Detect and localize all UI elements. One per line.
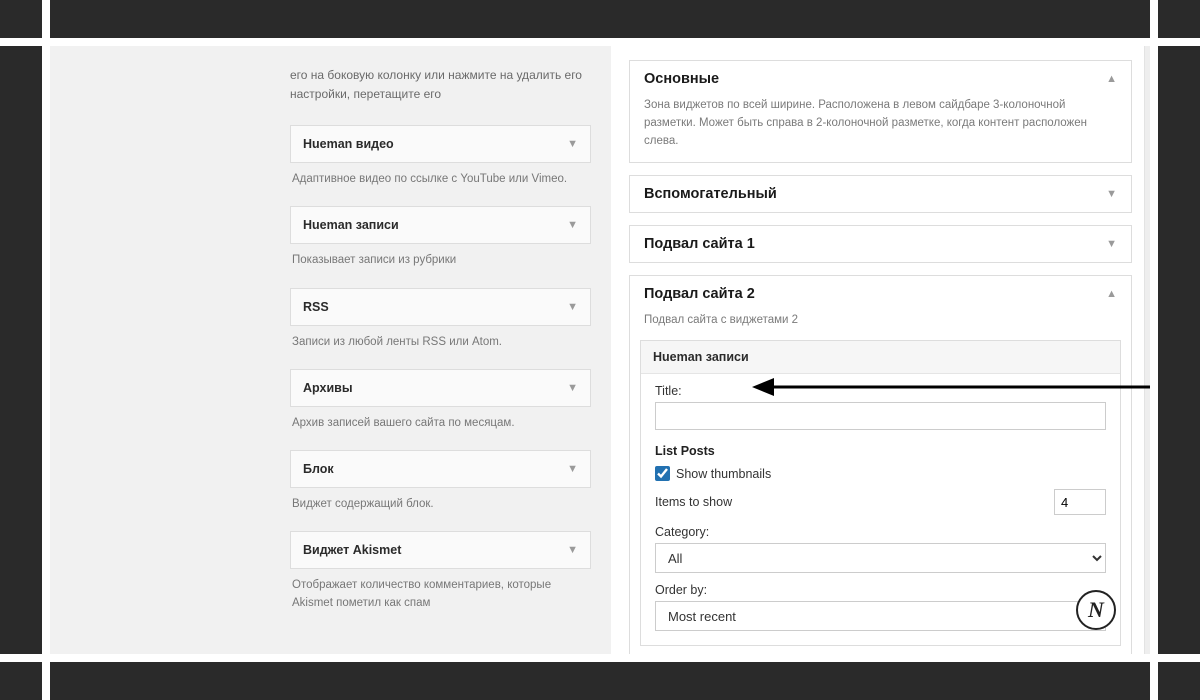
- widget-item-label: Архивы: [303, 381, 353, 395]
- available-widgets-intro: его на боковую колонку или нажмите на уд…: [290, 66, 591, 103]
- brand-logo: N: [1076, 590, 1116, 630]
- order-by-label: Order by:: [655, 583, 1106, 597]
- order-by-select[interactable]: Most recent: [655, 601, 1106, 631]
- widget-area-title: Вспомогательный: [644, 186, 777, 202]
- chevron-down-icon: ▼: [567, 301, 578, 313]
- widget-area-desc: Подвал сайта с виджетами 2: [630, 312, 1131, 336]
- category-label: Category:: [655, 525, 1106, 539]
- widget-item-label: RSS: [303, 300, 329, 314]
- widget-item-desc: Показывает записи из рубрики: [292, 252, 589, 269]
- scrollbar[interactable]: [1144, 46, 1150, 654]
- widget-item-desc: Записи из любой ленты RSS или Atom.: [292, 334, 589, 351]
- widget-item-label: Hueman видео: [303, 137, 394, 151]
- widget-area-title: Подвал сайта 2: [644, 286, 755, 302]
- widget-item-archives[interactable]: Архивы ▼: [290, 369, 591, 407]
- chevron-down-icon: ▼: [567, 463, 578, 475]
- title-label: Title:: [655, 384, 1106, 398]
- widget-item-desc: Виджет содержащий блок.: [292, 496, 589, 513]
- widget-area-aux[interactable]: Вспомогательный ▼: [629, 175, 1132, 213]
- placed-widget-title: Hueman записи: [653, 350, 749, 364]
- widget-item-label: Виджет Akismet: [303, 543, 401, 557]
- widget-area-title: Основные: [644, 71, 719, 87]
- widget-area-footer1[interactable]: Подвал сайта 1 ▼: [629, 225, 1132, 263]
- widget-item-hueman-video[interactable]: Hueman видео ▼: [290, 125, 591, 163]
- show-thumbnails-label: Show thumbnails: [676, 467, 771, 481]
- chevron-down-icon: ▼: [567, 138, 578, 150]
- chevron-down-icon: ▼: [567, 219, 578, 231]
- widget-area-title: Подвал сайта 1: [644, 236, 755, 252]
- chevron-up-icon: ▲: [1106, 73, 1117, 85]
- list-posts-section-label: List Posts: [655, 444, 1106, 458]
- widget-item-akismet[interactable]: Виджет Akismet ▼: [290, 531, 591, 569]
- show-thumbnails-checkbox[interactable]: [655, 466, 670, 481]
- category-select[interactable]: All: [655, 543, 1106, 573]
- widget-item-label: Hueman записи: [303, 218, 399, 232]
- widget-item-hueman-posts[interactable]: Hueman записи ▼: [290, 206, 591, 244]
- placed-widget-header[interactable]: Hueman записи ▲: [641, 341, 1120, 374]
- items-to-show-input[interactable]: [1054, 489, 1106, 515]
- available-widgets-panel: его на боковую колонку или нажмите на уд…: [50, 46, 611, 654]
- widget-item-desc: Адаптивное видео по ссылке с YouTube или…: [292, 171, 589, 188]
- widget-areas-panel: Основные ▲ Зона виджетов по всей ширине.…: [611, 46, 1150, 654]
- placed-widget-hueman-posts: Hueman записи ▲ Title: List Posts Show t…: [640, 340, 1121, 646]
- items-to-show-label: Items to show: [655, 495, 732, 509]
- chevron-down-icon: ▼: [567, 544, 578, 556]
- chevron-up-icon: ▲: [1106, 288, 1117, 300]
- title-input[interactable]: [655, 402, 1106, 430]
- widget-item-desc: Отображает количество комментариев, кото…: [292, 577, 589, 612]
- widget-area-desc: Зона виджетов по всей ширине. Расположен…: [630, 97, 1131, 162]
- widget-area-main[interactable]: Основные ▲ Зона виджетов по всей ширине.…: [629, 60, 1132, 163]
- widget-item-rss[interactable]: RSS ▼: [290, 288, 591, 326]
- widget-item-label: Блок: [303, 462, 334, 476]
- chevron-down-icon: ▼: [1106, 238, 1117, 250]
- chevron-down-icon: ▼: [567, 382, 578, 394]
- chevron-down-icon: ▼: [1106, 188, 1117, 200]
- widget-item-block[interactable]: Блок ▼: [290, 450, 591, 488]
- widget-area-footer2[interactable]: Подвал сайта 2 ▲ Подвал сайта с виджетам…: [629, 275, 1132, 654]
- widget-item-desc: Архив записей вашего сайта по месяцам.: [292, 415, 589, 432]
